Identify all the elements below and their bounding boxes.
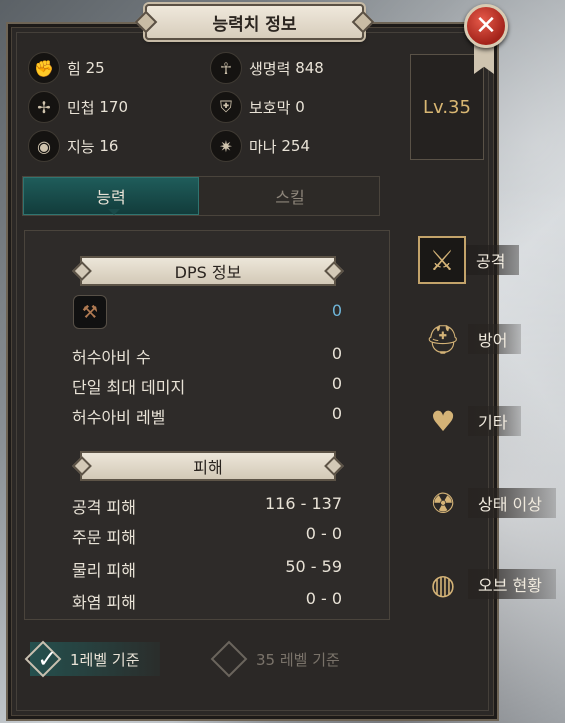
- check-icon: ✓: [37, 645, 58, 674]
- side-menu-etc[interactable]: ♥ 기타: [418, 396, 522, 446]
- stat-label: 지능: [67, 137, 95, 156]
- row-value: 50 - 59: [285, 557, 342, 576]
- dps-row: 허수아비 레벨 0: [72, 404, 342, 428]
- level1-basis-checkbox[interactable]: ✓ 1레벨 기준: [24, 640, 160, 678]
- stat-label: 생명력: [249, 59, 291, 78]
- stat-shield: ⛨ 보호막 0: [210, 91, 305, 123]
- level-display: Lv.35: [410, 54, 484, 160]
- stat-value: 16: [99, 137, 119, 155]
- level35-basis-checkbox[interactable]: 35 레벨 기준: [210, 640, 340, 678]
- stat-strength: ✊ 힘 25: [28, 52, 105, 84]
- dps-section-heading: DPS 정보: [80, 256, 336, 286]
- row-label: 물리 피해: [72, 561, 136, 580]
- stat-label: 민첩: [67, 98, 95, 117]
- triskelion-icon: ✢: [28, 91, 60, 123]
- close-button[interactable]: ✕: [464, 4, 508, 48]
- stat-agility: ✢ 민첩 170: [28, 91, 128, 123]
- damage-section-heading: 피해: [80, 451, 336, 481]
- side-menu-label: 공격: [466, 245, 520, 275]
- damage-row: 화염 피해 0 - 0: [72, 589, 342, 613]
- stat-label: 보호막: [249, 98, 291, 117]
- damage-row: 공격 피해 116 - 137: [72, 494, 342, 518]
- damage-row: 물리 피해 50 - 59: [72, 557, 342, 581]
- row-label: 공격 피해: [72, 498, 136, 517]
- stat-value: 25: [85, 59, 105, 77]
- dps-value: 0: [331, 301, 342, 320]
- row-label: 단일 최대 데미지: [72, 378, 186, 397]
- side-menu-defense[interactable]: ⛑ 방어: [418, 314, 522, 364]
- side-menu-label: 방어: [468, 324, 522, 354]
- stat-mana: ✷ 마나 254: [210, 130, 310, 162]
- damage-row: 주문 피해 0 - 0: [72, 524, 342, 548]
- row-value: 0: [331, 404, 342, 423]
- shield-icon: ⛨: [210, 91, 242, 123]
- crossed-swords-icon: ⚔: [418, 236, 466, 284]
- row-value: 0 - 0: [305, 524, 342, 543]
- window-title: 능력치 정보: [145, 4, 364, 40]
- row-label: 허수아비 레벨: [72, 408, 166, 427]
- row-value: 0 - 0: [305, 589, 342, 608]
- dps-row: 단일 최대 데미지 0: [72, 374, 342, 398]
- star-burst-icon: ✷: [210, 130, 242, 162]
- side-menu-label: 기타: [468, 406, 522, 436]
- side-menu-label: 오브 현황: [468, 569, 556, 599]
- tab-bar: 능력 스킬: [22, 176, 380, 216]
- tab-skill[interactable]: 스킬: [201, 177, 379, 215]
- checkbox-box: [210, 640, 248, 678]
- side-menu-orb[interactable]: ◍ 오브 현황: [418, 559, 556, 609]
- stat-value: 848: [295, 59, 324, 77]
- heartbeat-icon: ♥: [430, 404, 456, 438]
- stat-value: 254: [281, 137, 311, 155]
- active-tab-caret: [108, 209, 120, 215]
- side-menu-label: 상태 이상: [468, 488, 556, 518]
- side-menu-attack[interactable]: ⚔ 공격: [418, 236, 520, 284]
- status-drop-icon: ☢: [430, 486, 456, 520]
- checkbox-box: ✓: [24, 640, 62, 678]
- row-value: 116 - 137: [264, 494, 342, 513]
- row-label: 화염 피해: [72, 593, 136, 612]
- close-icon: ✕: [475, 11, 497, 41]
- stat-vitality: ☥ 생명력 848: [210, 52, 324, 84]
- side-menu-status[interactable]: ☢ 상태 이상: [418, 478, 556, 528]
- stat-label: 힘: [67, 59, 81, 78]
- stat-value: 0: [295, 98, 305, 116]
- orb-icon: ◍: [430, 567, 456, 601]
- dps-row: 허수아비 수 0: [72, 344, 342, 368]
- ankh-icon: ☥: [210, 52, 242, 84]
- helmet-icon: ⛑: [425, 322, 461, 356]
- dps-weapon-icon[interactable]: ⚒: [73, 295, 107, 329]
- fist-icon: ✊: [28, 52, 60, 84]
- row-value: 0: [331, 374, 342, 393]
- row-label: 허수아비 수: [72, 348, 151, 367]
- checkbox-label: 35 레벨 기준: [256, 650, 340, 669]
- row-label: 주문 피해: [72, 528, 136, 547]
- eye-icon: ◉: [28, 130, 60, 162]
- stat-label: 마나: [249, 137, 277, 156]
- stat-value: 170: [99, 98, 129, 116]
- row-value: 0: [331, 344, 342, 363]
- stat-intelligence: ◉ 지능 16: [28, 130, 118, 162]
- checkbox-label: 1레벨 기준: [70, 650, 140, 669]
